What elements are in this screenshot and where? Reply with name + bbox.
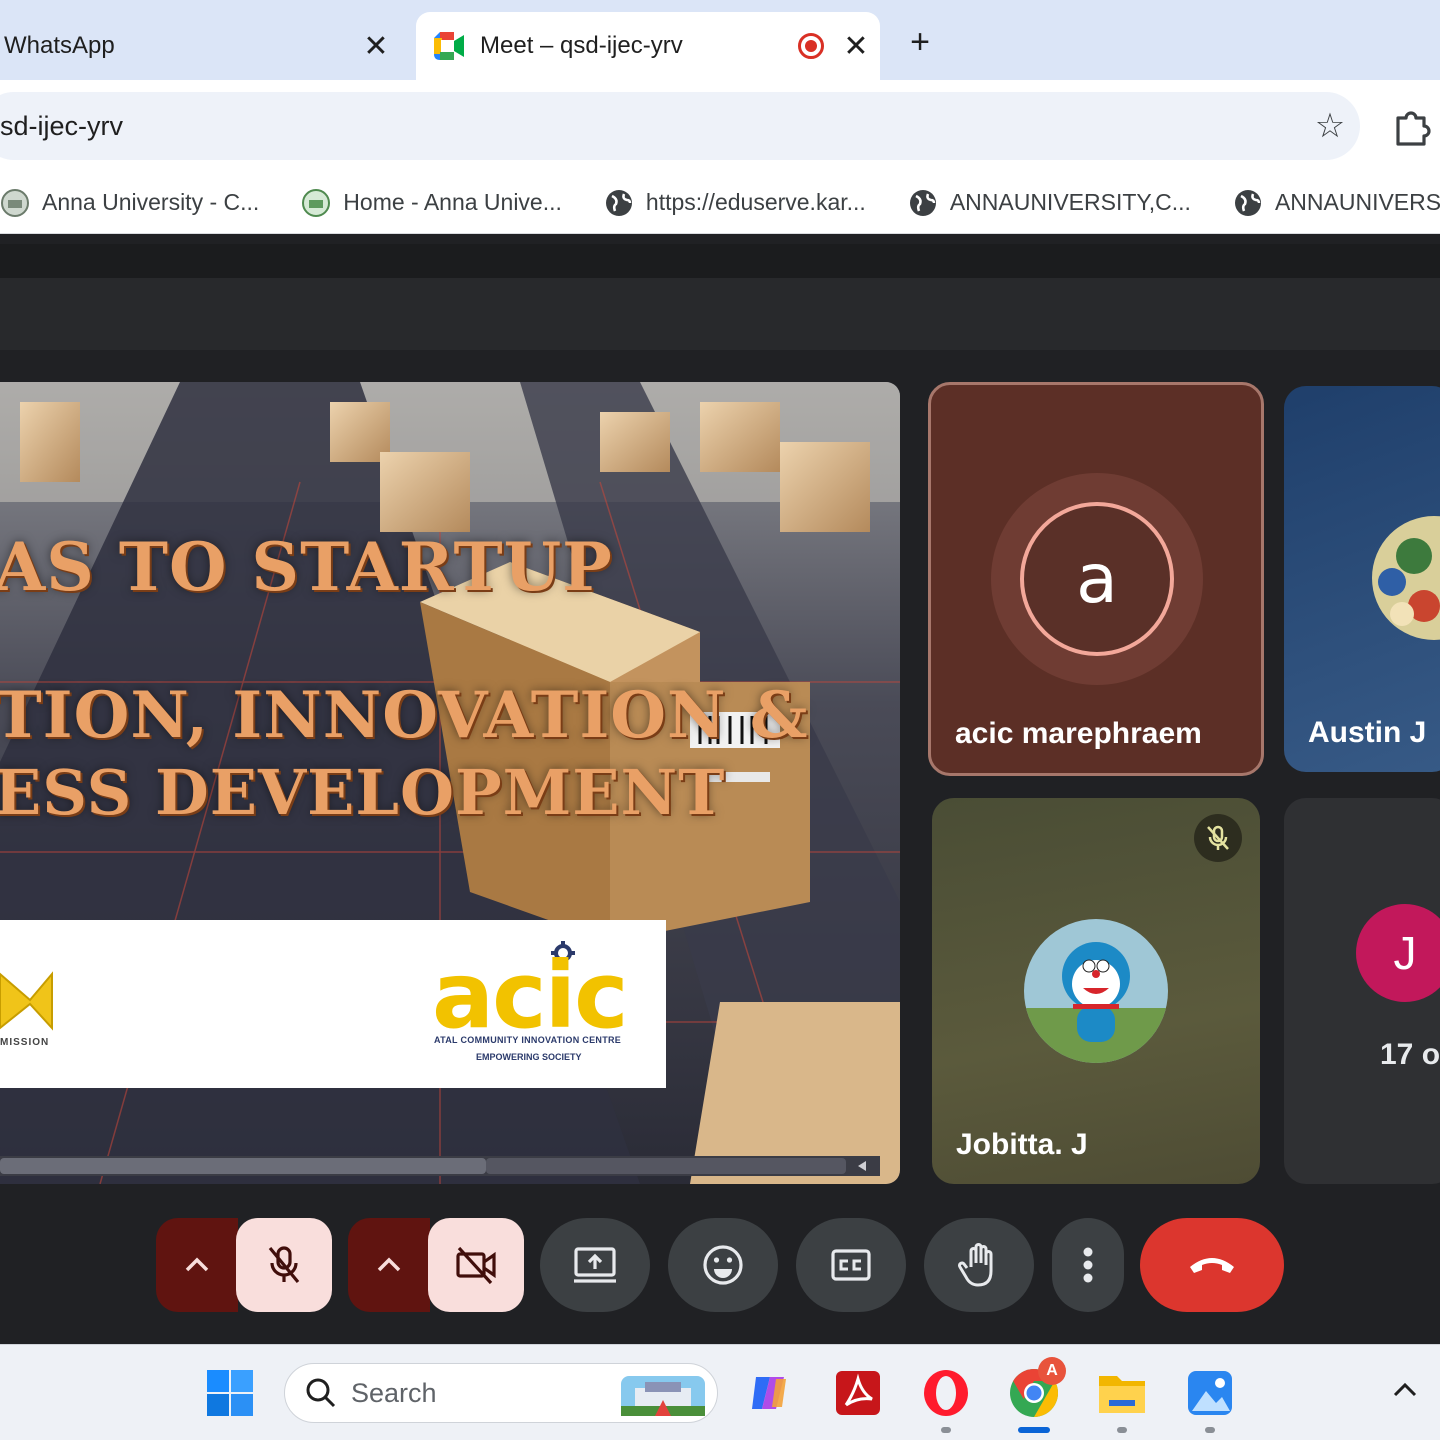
bookmark-item[interactable]: ANNAUNIVERSITY,C... (908, 188, 1191, 218)
acic-logo-tagline: EMPOWERING SOCIETY (476, 1052, 582, 1062)
mission-logo-text: MISSION (0, 1037, 50, 1048)
bookmark-label: https://eduserve.kar... (645, 189, 866, 215)
extensions-puzzle-icon[interactable] (1390, 104, 1434, 148)
present-screen-icon (574, 1247, 616, 1283)
acic-logo-subtitle: ATAL COMMUNITY INNOVATION CENTRE (434, 1035, 622, 1045)
search-highlight-image (621, 1376, 705, 1416)
tab-whatsapp[interactable]: WhatsApp ✕ (0, 12, 400, 80)
university-seal-icon (0, 188, 30, 218)
globe-icon (1233, 188, 1263, 218)
others-tile[interactable]: J 17 o (1284, 798, 1440, 1184)
chrome-profile-badge: A (1038, 1357, 1066, 1385)
participant-name: Jobitta. J (956, 1128, 1088, 1161)
google-meet-icon (432, 32, 466, 60)
acrobat-icon[interactable] (832, 1367, 884, 1419)
new-tab-button[interactable]: + (896, 20, 944, 68)
show-hidden-icons-chevron-icon[interactable] (1390, 1375, 1420, 1405)
slide-title-line-2: TION, INNOVATION & (0, 678, 809, 753)
avatar: a (1020, 502, 1174, 656)
meet-header-bar (0, 278, 1440, 350)
reactions-button[interactable] (668, 1218, 778, 1312)
acic-logo-text: acic (432, 942, 629, 1049)
slide-title-line-3: ESS DEVELOPMENT (0, 756, 726, 829)
close-tab-icon[interactable]: ✕ (352, 29, 400, 64)
globe-icon (604, 188, 634, 218)
bookmark-item[interactable]: https://eduserve.kar... (604, 188, 866, 218)
active-indicator (1018, 1427, 1050, 1433)
tab-strip: WhatsApp ✕ Meet – qsd-ijec-yrv ✕ + (0, 0, 1440, 80)
call-end-icon (1190, 1258, 1234, 1273)
captions-icon (831, 1249, 871, 1281)
participant-tile[interactable]: a acic marephraem (928, 382, 1264, 776)
avatar: J (1356, 904, 1440, 1002)
browser-toolbar: sd-ijec-yrv ☆ (0, 80, 1440, 172)
running-indicator (1117, 1427, 1127, 1433)
participant-name: Austin J (1308, 716, 1427, 749)
url-text: sd-ijec-yrv (0, 110, 124, 141)
mic-off-icon (268, 1246, 300, 1284)
avatar-letter: J (1393, 927, 1417, 979)
bookmark-item[interactable]: Anna University - C... (0, 188, 259, 218)
bookmark-star-icon[interactable]: ☆ (1300, 106, 1360, 146)
file-explorer-icon[interactable] (1096, 1367, 1148, 1419)
taskbar-search-box[interactable]: Search (284, 1363, 718, 1423)
bookmarks-bar: Anna University - C... Home - Anna Unive… (0, 172, 1440, 234)
bookmark-item[interactable]: ANNAUNIVERSI (1233, 188, 1440, 218)
running-indicator (941, 1427, 951, 1433)
mic-off-icon (1194, 814, 1242, 862)
participant-tile[interactable]: Austin J (1284, 386, 1440, 772)
participant-name: acic marephraem (955, 717, 1202, 750)
search-placeholder: Search (351, 1377, 437, 1408)
tab-title: Meet – qsd-ijec-yrv (480, 32, 683, 59)
avatar (1372, 516, 1440, 640)
meet-top-strip (0, 244, 1440, 278)
avatar-letter: a (1076, 539, 1118, 619)
hand-icon (958, 1243, 993, 1287)
windows-start-icon[interactable] (204, 1367, 256, 1419)
more-options-button[interactable] (1052, 1218, 1124, 1312)
camera-options-button[interactable] (348, 1218, 430, 1312)
bookmark-label: ANNAUNIVERSI (1274, 189, 1440, 215)
tab-title: WhatsApp (4, 32, 115, 59)
mission-logo-icon (0, 971, 53, 1031)
close-tab-icon[interactable]: ✕ (832, 29, 880, 64)
copilot-icon[interactable] (744, 1367, 796, 1419)
globe-icon (908, 188, 938, 218)
present-screen-button[interactable] (540, 1218, 650, 1312)
raise-hand-button[interactable] (924, 1218, 1034, 1312)
running-indicator (1205, 1427, 1215, 1433)
microphone-toggle-button[interactable] (236, 1218, 332, 1312)
university-seal-icon (301, 188, 331, 218)
captions-button[interactable] (796, 1218, 906, 1312)
emoji-icon (703, 1245, 743, 1285)
windows-taskbar: Search A (0, 1344, 1440, 1440)
leave-call-button[interactable] (1140, 1218, 1284, 1312)
bookmark-item[interactable]: Home - Anna Unive... (301, 188, 562, 218)
search-icon (306, 1378, 336, 1408)
mic-options-button[interactable] (156, 1218, 238, 1312)
address-bar[interactable]: sd-ijec-yrv ☆ (0, 92, 1360, 160)
bookmark-label: ANNAUNIVERSITY,C... (949, 189, 1191, 215)
others-count: 17 o (1380, 1038, 1440, 1071)
recording-icon (798, 33, 824, 59)
avatar (1024, 919, 1168, 1063)
chevron-up-icon (185, 1257, 209, 1272)
more-vert-icon (1083, 1247, 1093, 1283)
camera-toggle-button[interactable] (428, 1218, 524, 1312)
opera-icon[interactable] (920, 1367, 972, 1419)
camera-off-icon (456, 1246, 496, 1285)
tab-meet[interactable]: Meet – qsd-ijec-yrv ✕ (416, 12, 880, 80)
bookmark-label: Home - Anna Unive... (343, 189, 562, 215)
slide-title-line-1: AS TO STARTUP (0, 528, 613, 606)
chevron-up-icon (377, 1257, 401, 1272)
participant-tile[interactable]: Jobitta. J (932, 798, 1260, 1184)
bookmark-label: Anna University - C... (42, 189, 260, 215)
photos-icon[interactable] (1184, 1367, 1236, 1419)
